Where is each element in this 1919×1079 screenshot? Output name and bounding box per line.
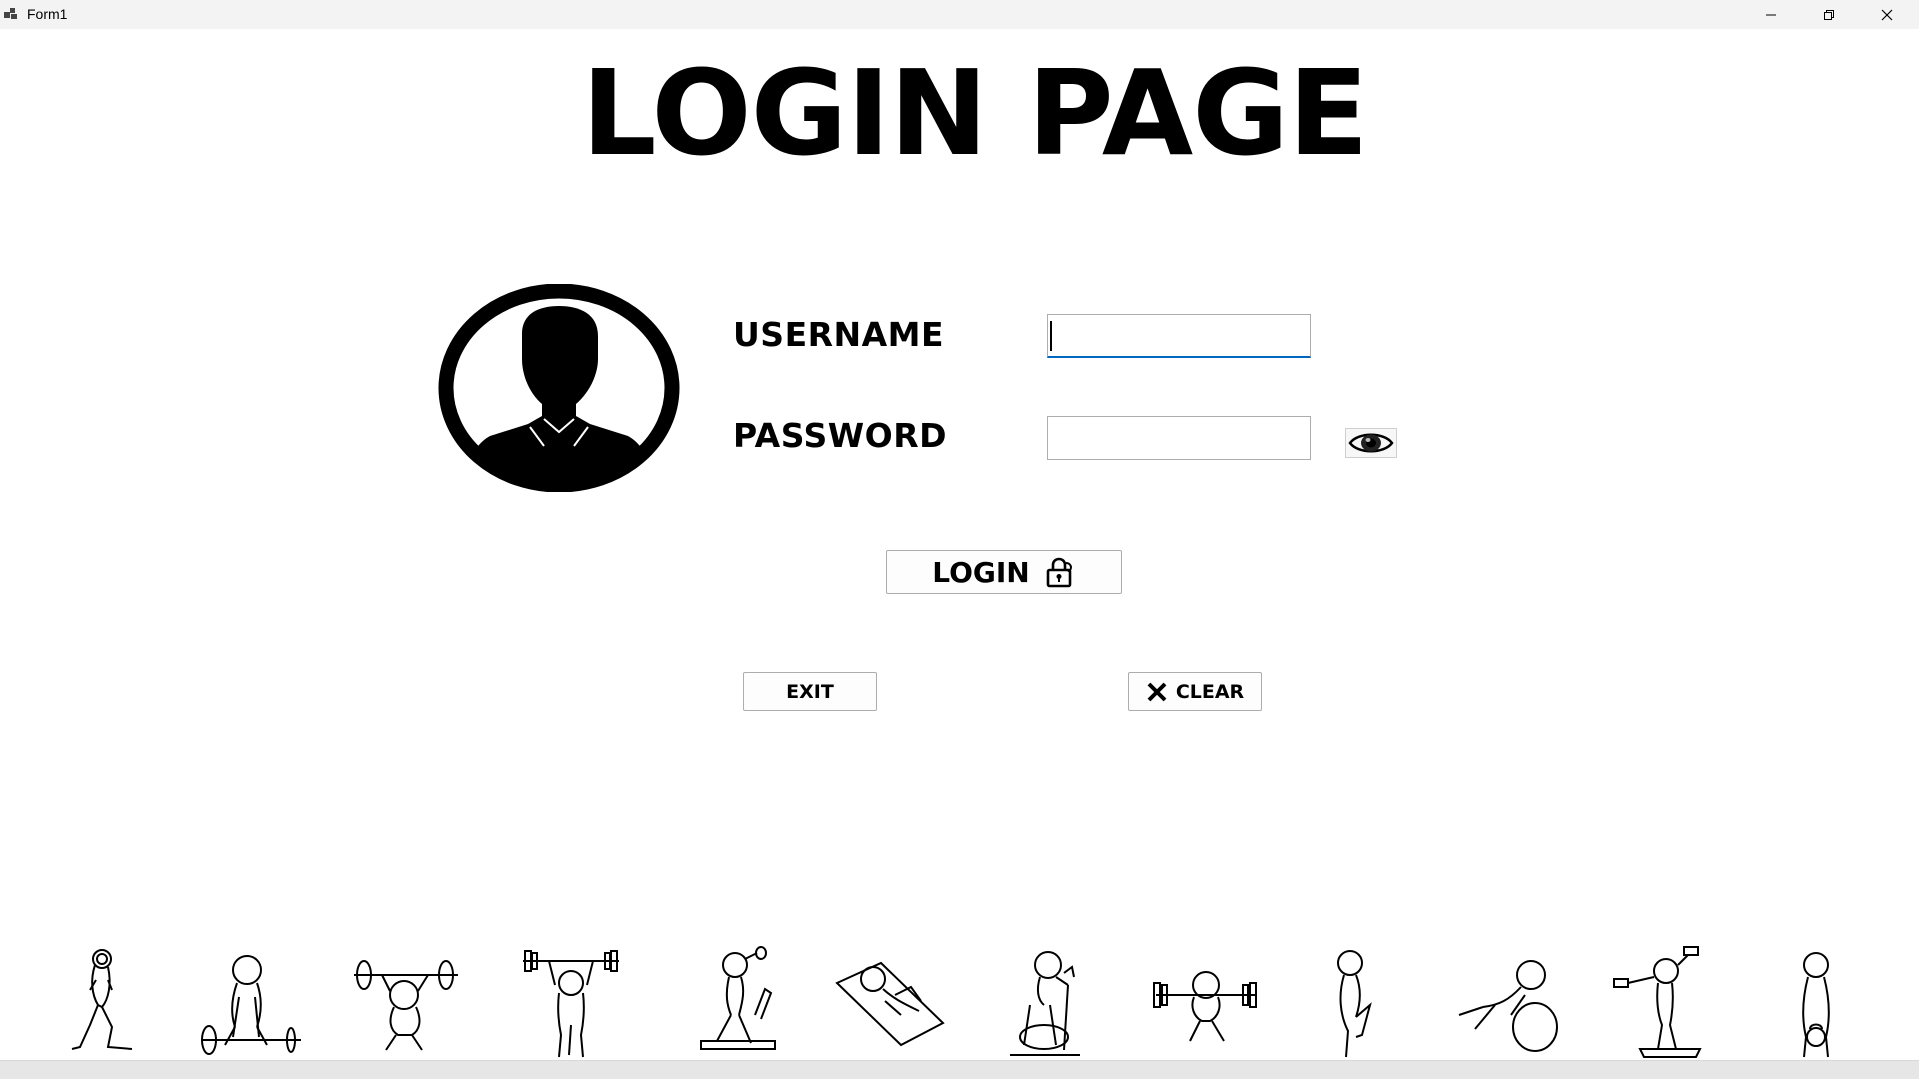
clear-button-label: CLEAR [1175,680,1245,703]
minimize-icon [1766,14,1776,15]
close-button[interactable] [1858,0,1916,29]
minimize-button[interactable] [1742,0,1800,29]
user-silhouette-icon [438,284,680,492]
window-title: Form1 [27,6,68,22]
login-button[interactable]: LOGIN [886,550,1122,594]
exercise-figures-strip [0,945,1919,1060]
bottom-edge [0,1060,1919,1079]
lock-icon [1044,556,1076,588]
login-button-label: LOGIN [932,555,1030,589]
x-icon [1146,681,1168,703]
kettlebell-figure-icon [1802,952,1830,1058]
login-window: Form1 LOGIN PAGE USERNAME PASSWORD LOGIN… [0,0,1919,1079]
username-label: USERNAME [733,315,945,354]
exercise-bike-figure-icon [1010,951,1080,1056]
title-bar: Form1 [0,0,1919,29]
barbell-squat-figure-icon [1153,971,1257,1042]
treadmill-figure-icon [700,946,776,1050]
overhead-press-figure-icon [523,950,619,1058]
restore-button[interactable] [1800,0,1858,29]
password-label: PASSWORD [733,416,948,455]
form-icon [4,8,17,19]
close-icon [1881,9,1893,20]
eye-icon [1348,433,1394,453]
mat-situp-figure-icon [835,961,945,1047]
lunge-figure-icon [71,949,133,1050]
restore-icon [1824,9,1834,20]
text-caret [1050,321,1052,351]
deadlift-figure-icon [201,955,301,1055]
squat-overhead-figure-icon [354,960,458,1051]
dumbbell-step-figure-icon [1613,946,1702,1058]
username-input[interactable] [1047,314,1311,358]
stability-ball-figure-icon [1458,960,1558,1052]
page-title: LOGIN PAGE [581,44,1368,182]
password-input[interactable] [1047,416,1311,460]
clear-button[interactable]: CLEAR [1128,672,1262,711]
stretch-figure-icon [1337,950,1372,1058]
show-password-button[interactable] [1345,428,1397,458]
exit-button[interactable]: EXIT [743,672,877,711]
exit-button-label: EXIT [786,680,834,703]
